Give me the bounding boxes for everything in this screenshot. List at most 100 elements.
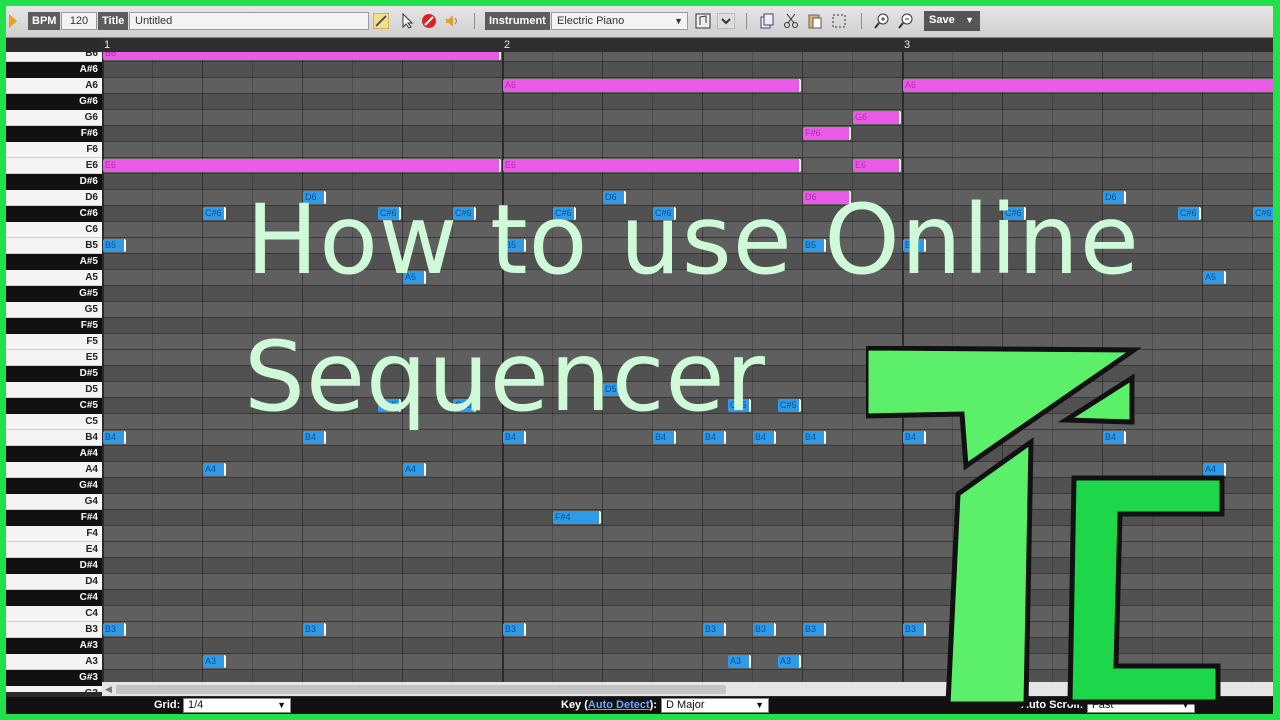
instrument-label: Instrument — [485, 12, 550, 30]
note[interactable]: A6 — [503, 79, 801, 92]
speaker-icon[interactable] — [444, 13, 460, 29]
piano-key[interactable]: G#3 — [6, 670, 102, 686]
piano-key[interactable]: B6 — [6, 52, 102, 62]
piano-key[interactable]: D4 — [6, 574, 102, 590]
piano-key[interactable]: B4 — [6, 430, 102, 446]
piano-key[interactable]: F5 — [6, 334, 102, 350]
play-icon[interactable] — [8, 12, 18, 30]
piano-key[interactable]: A3 — [6, 654, 102, 670]
note[interactable]: B3 — [503, 623, 526, 636]
piano-keys[interactable]: B6 A#6 A6 G#6 G6 F#6 F6 E6 D#6 D6 C#6 C6 B5 A#5 A5 G#5 G… — [6, 52, 102, 692]
sequencer-window: BPM 120 Title Untitled Instrument Electr… — [6, 6, 1273, 714]
note[interactable]: B3 — [303, 623, 326, 636]
piano-key[interactable]: B5 — [6, 238, 102, 254]
note[interactable]: B3 — [103, 623, 126, 636]
note[interactable]: A3 — [203, 655, 226, 668]
piano-key[interactable]: C5 — [6, 414, 102, 430]
zoom-out-icon[interactable] — [898, 13, 914, 29]
note[interactable]: A3 — [728, 655, 751, 668]
note[interactable]: B6 — [103, 52, 501, 60]
key-label-pre: Key ( — [561, 699, 588, 711]
note[interactable]: A5 — [1203, 271, 1226, 284]
piano-key[interactable]: A#6 — [6, 62, 102, 78]
auto-detect-link[interactable]: Auto Detect — [588, 699, 650, 711]
bpm-input[interactable]: 120 — [61, 12, 97, 30]
copy-icon[interactable] — [759, 13, 775, 29]
piano-key[interactable]: G3 — [6, 686, 102, 692]
piano-key[interactable]: A#4 — [6, 446, 102, 462]
note[interactable]: E6 — [503, 159, 801, 172]
piano-key[interactable]: A#5 — [6, 254, 102, 270]
piano-key[interactable]: C#6 — [6, 206, 102, 222]
piano-key[interactable]: G#6 — [6, 94, 102, 110]
piano-key[interactable]: D#6 — [6, 174, 102, 190]
piano-key[interactable]: F6 — [6, 142, 102, 158]
save-button[interactable]: Save ▼ — [924, 11, 980, 31]
note[interactable]: F#4 — [553, 511, 601, 524]
scroll-left-icon[interactable]: ◀ — [105, 682, 112, 696]
note[interactable]: B4 — [803, 431, 826, 444]
note[interactable]: C#5 — [778, 399, 801, 412]
note[interactable]: B3 — [703, 623, 726, 636]
piano-key[interactable]: G6 — [6, 110, 102, 126]
note[interactable]: A4 — [203, 463, 226, 476]
title-input[interactable]: Untitled — [129, 12, 369, 30]
piano-key[interactable]: C4 — [6, 606, 102, 622]
pencil-icon[interactable] — [373, 13, 389, 29]
piano-key[interactable]: F4 — [6, 526, 102, 542]
piano-key[interactable]: G4 — [6, 494, 102, 510]
pointer-icon[interactable] — [399, 13, 415, 29]
note[interactable]: B3 — [803, 623, 826, 636]
piano-key[interactable]: E4 — [6, 542, 102, 558]
piano-key[interactable]: C6 — [6, 222, 102, 238]
grid-select[interactable]: 1/4 ▼ — [183, 698, 291, 713]
instrument-settings-icon[interactable] — [695, 13, 711, 29]
piano-key[interactable]: G#5 — [6, 286, 102, 302]
piano-key[interactable]: B3 — [6, 622, 102, 638]
piano-key[interactable]: A6 — [6, 78, 102, 94]
piano-key[interactable]: E6 — [6, 158, 102, 174]
key-select[interactable]: D Major ▼ — [661, 698, 769, 713]
note[interactable]: A6 — [903, 79, 1273, 92]
piano-key[interactable]: F#6 — [6, 126, 102, 142]
note[interactable]: B3 — [753, 623, 776, 636]
piano-key[interactable]: E5 — [6, 350, 102, 366]
piano-key[interactable]: D#5 — [6, 366, 102, 382]
delete-icon[interactable] — [421, 13, 437, 29]
piano-key[interactable]: G5 — [6, 302, 102, 318]
note[interactable]: A4 — [403, 463, 426, 476]
note[interactable]: G6 — [853, 111, 901, 124]
cut-icon[interactable] — [783, 13, 799, 29]
piano-key[interactable]: D5 — [6, 382, 102, 398]
note[interactable]: B5 — [103, 239, 126, 252]
paste-icon[interactable] — [807, 13, 823, 29]
note[interactable]: C#6 — [1253, 207, 1273, 220]
expand-icon[interactable] — [717, 13, 735, 29]
note[interactable]: E6 — [103, 159, 501, 172]
piano-key[interactable]: A5 — [6, 270, 102, 286]
toolbar-separator — [746, 13, 747, 29]
piano-key[interactable]: D#4 — [6, 558, 102, 574]
piano-key[interactable]: C#4 — [6, 590, 102, 606]
note[interactable]: F#6 — [803, 127, 851, 140]
piano-key[interactable]: D6 — [6, 190, 102, 206]
note[interactable]: C#6 — [1178, 207, 1201, 220]
note[interactable]: E6 — [853, 159, 901, 172]
note[interactable]: C#6 — [203, 207, 226, 220]
timeline-ruler[interactable]: 1 2 3 — [102, 38, 1273, 53]
piano-key[interactable]: C#5 — [6, 398, 102, 414]
piano-key[interactable]: A#3 — [6, 638, 102, 654]
piano-key[interactable]: F#5 — [6, 318, 102, 334]
scrollbar-thumb[interactable] — [116, 685, 726, 694]
toolbar-separator — [861, 13, 862, 29]
note[interactable]: A3 — [778, 655, 801, 668]
piano-key[interactable]: F#4 — [6, 510, 102, 526]
piano-key[interactable]: G#4 — [6, 478, 102, 494]
zoom-in-icon[interactable] — [874, 13, 890, 29]
piano-key[interactable]: A4 — [6, 462, 102, 478]
note[interactable]: B4 — [103, 431, 126, 444]
instrument-select[interactable]: Electric Piano ▼ — [551, 12, 688, 30]
grid-row — [102, 110, 1273, 126]
select-icon[interactable] — [831, 13, 847, 29]
overlay-title-line2: Sequencer — [244, 321, 766, 433]
